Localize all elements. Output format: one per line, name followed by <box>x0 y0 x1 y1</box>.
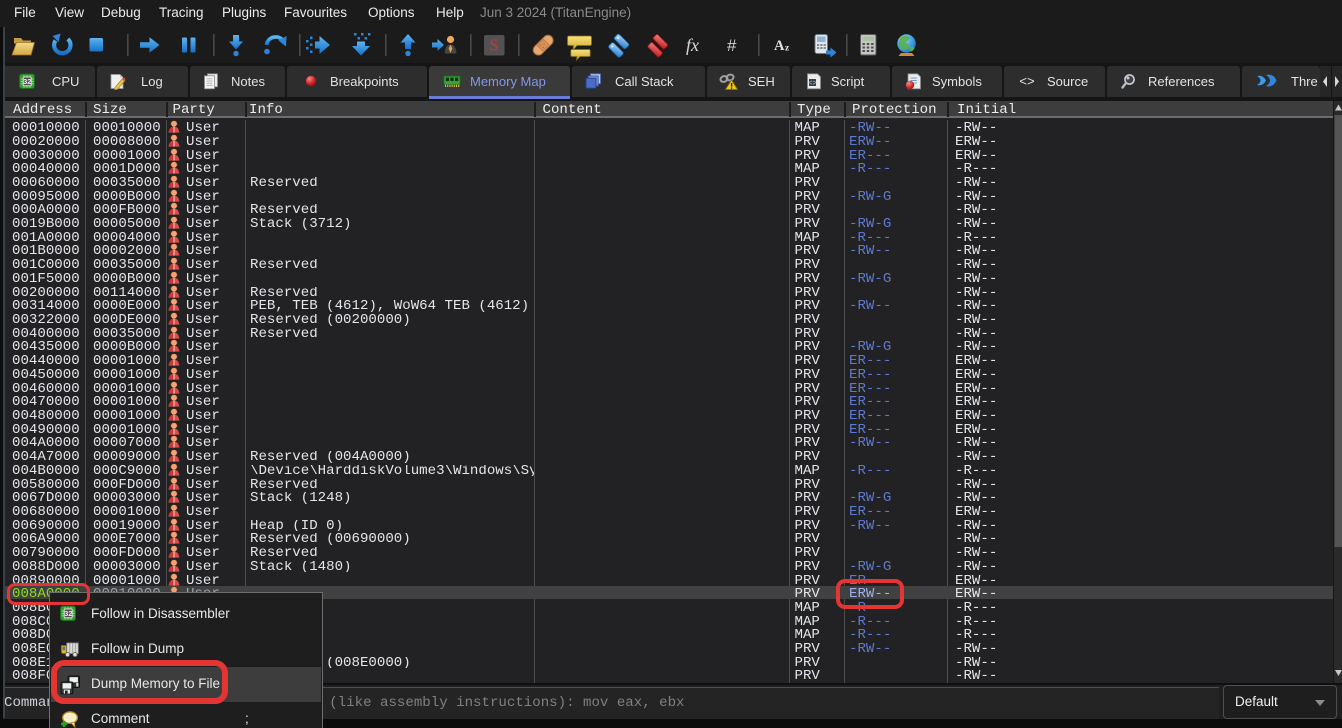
svg-text:fx: fx <box>686 35 699 55</box>
svg-text:<>: <> <box>1019 75 1035 90</box>
svg-text:#: # <box>727 36 737 55</box>
svg-text:z: z <box>785 44 790 54</box>
svg-text:A: A <box>774 38 785 54</box>
svg-text:<>: <> <box>808 80 816 88</box>
svg-text:S: S <box>489 36 498 55</box>
